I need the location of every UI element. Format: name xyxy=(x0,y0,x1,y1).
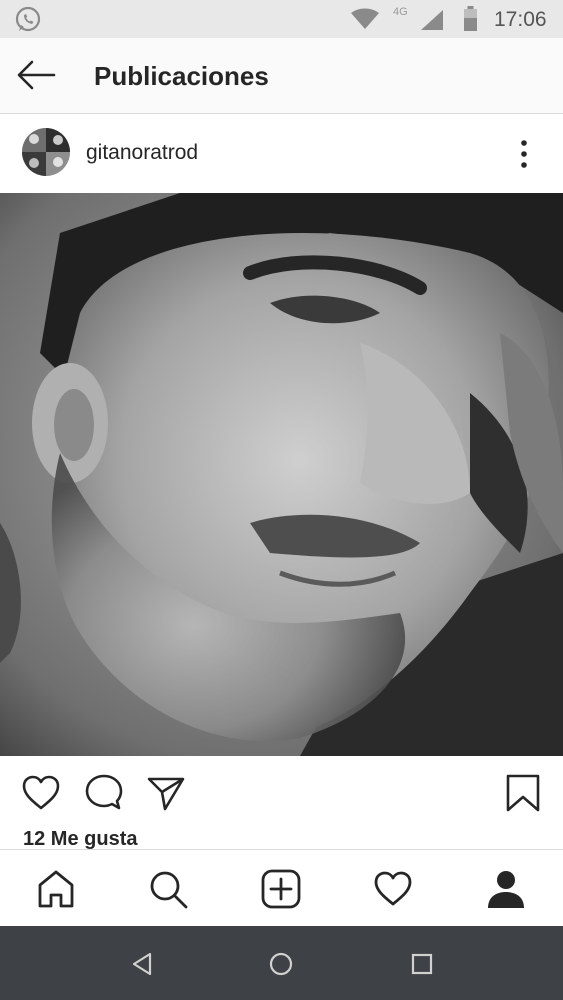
app-header: Publicaciones xyxy=(0,38,563,114)
android-nav-bar xyxy=(0,926,563,1000)
add-icon[interactable] xyxy=(260,868,302,910)
profile-icon[interactable] xyxy=(485,868,527,910)
likes-count[interactable]: 12 Me gusta xyxy=(23,828,137,851)
send-icon[interactable] xyxy=(146,773,186,813)
wifi-icon xyxy=(351,8,379,29)
status-bar: 4G 17:06 xyxy=(0,0,563,38)
network-type: 4G xyxy=(393,6,408,18)
clock: 17:06 xyxy=(494,8,547,31)
bookmark-icon[interactable] xyxy=(503,773,543,813)
search-icon[interactable] xyxy=(147,868,189,910)
recents-square-icon[interactable] xyxy=(408,950,436,978)
comment-icon[interactable] xyxy=(84,773,124,813)
post-actions xyxy=(0,756,563,828)
page-title: Publicaciones xyxy=(94,61,269,91)
back-triangle-icon[interactable] xyxy=(128,950,156,978)
post-username[interactable]: gitanoratrod xyxy=(86,141,198,165)
heart-icon[interactable] xyxy=(21,773,61,813)
bottom-nav xyxy=(0,849,563,926)
post-header: gitanoratrod xyxy=(0,115,563,193)
activity-heart-icon[interactable] xyxy=(372,868,414,910)
post-photo[interactable] xyxy=(0,193,563,756)
avatar[interactable] xyxy=(22,128,70,176)
signal-icon xyxy=(421,10,443,30)
whatsapp-icon xyxy=(15,6,41,32)
vertical-dots-icon[interactable] xyxy=(512,137,536,171)
arrow-left-icon[interactable] xyxy=(16,58,56,92)
home-circle-icon[interactable] xyxy=(267,950,295,978)
battery-icon xyxy=(464,6,477,31)
home-icon[interactable] xyxy=(35,868,77,910)
